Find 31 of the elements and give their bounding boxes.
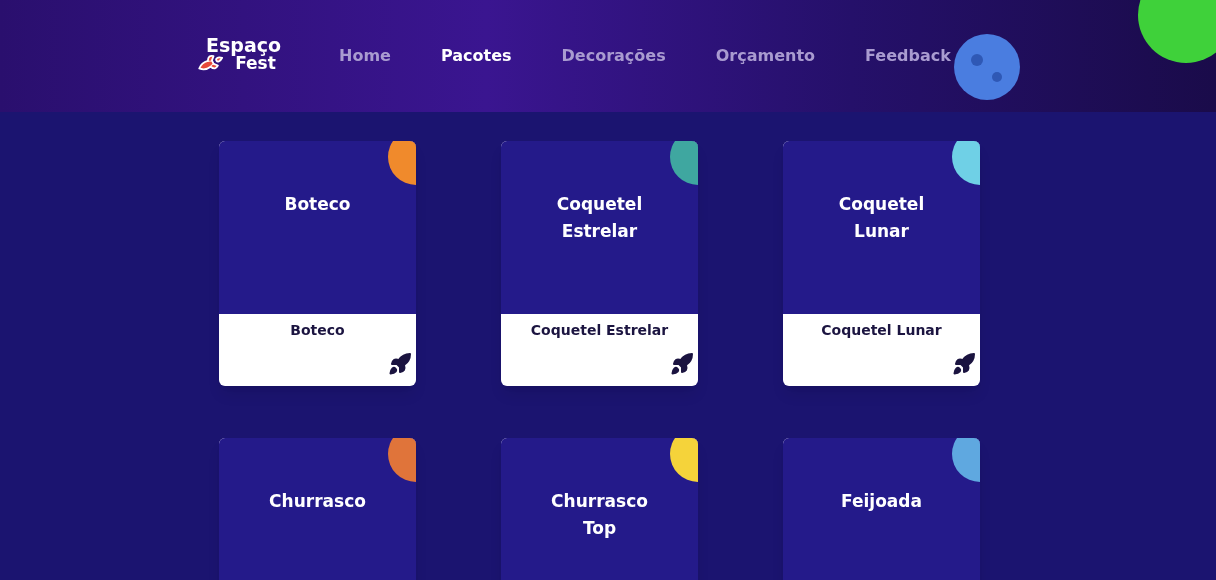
planet-icon bbox=[668, 438, 698, 484]
package-card[interactable]: Churrasco bbox=[219, 438, 416, 580]
package-card[interactable]: Boteco Boteco bbox=[219, 141, 416, 386]
illustration-title: Coquetel Lunar bbox=[837, 193, 926, 243]
illustration-title: Boteco bbox=[283, 193, 352, 216]
package-card[interactable]: Coquetel Lunar Coquetel Lunar bbox=[783, 141, 980, 386]
logo[interactable]: Espaço Fest bbox=[200, 36, 282, 76]
nav-link[interactable]: Pacotes bbox=[440, 44, 512, 68]
planet-drawing bbox=[952, 32, 1022, 102]
package-card[interactable]: Coquetel Estrelar Coquetel Estrelar bbox=[501, 141, 698, 386]
planet-icon bbox=[386, 438, 416, 484]
nav-link[interactable]: Home bbox=[339, 44, 391, 68]
illustration-title: Churrasco bbox=[268, 490, 367, 513]
nav-link[interactable]: Decorações bbox=[561, 44, 666, 68]
card-caption: Coquetel Estrelar bbox=[530, 321, 669, 340]
illustration-title: Churrasco Top bbox=[550, 490, 649, 540]
illustration-title: Coquetel Estrelar bbox=[555, 193, 644, 243]
planet-icon bbox=[386, 141, 416, 187]
nav-link[interactable]: Feedback bbox=[865, 44, 951, 68]
planet-icon bbox=[950, 438, 980, 484]
package-card[interactable]: Churrasco Top bbox=[501, 438, 698, 580]
planet-icon bbox=[668, 141, 698, 187]
nav-link[interactable]: Orçamento bbox=[715, 44, 815, 68]
planet-icon bbox=[950, 141, 980, 187]
rocket-icon bbox=[670, 352, 694, 376]
card-caption: Boteco bbox=[290, 321, 345, 340]
rocket-icon bbox=[952, 352, 976, 376]
illustration-title: Feijoada bbox=[840, 490, 923, 513]
rocket-icon bbox=[388, 352, 412, 376]
package-card[interactable]: Feijoada bbox=[783, 438, 980, 580]
card-caption: Coquetel Lunar bbox=[821, 321, 942, 340]
